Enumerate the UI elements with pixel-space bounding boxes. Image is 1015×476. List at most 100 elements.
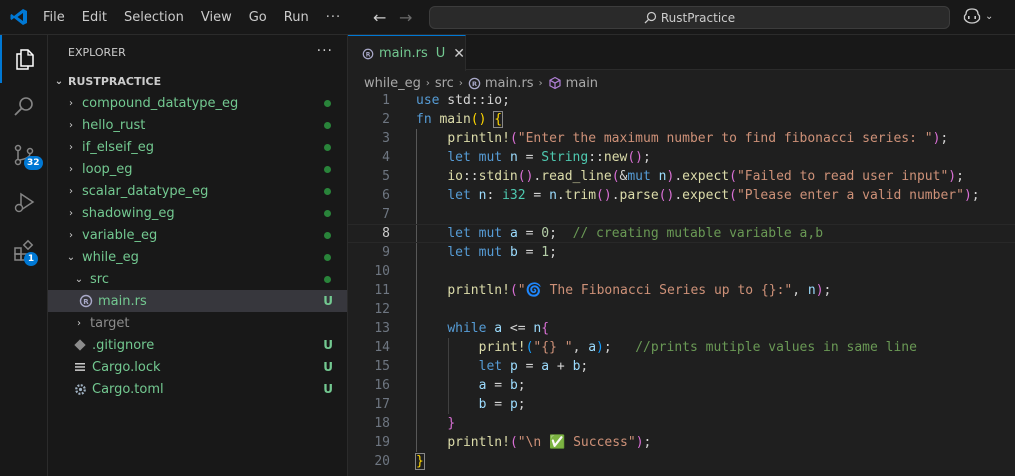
tree-file-main-rs[interactable]: R main.rs U xyxy=(48,290,347,312)
code-line: 11 println!("🌀 The Fibonacci Series up t… xyxy=(348,281,1015,300)
code-line: 17 b = p; xyxy=(348,395,1015,414)
menu-run[interactable]: Run xyxy=(284,10,309,25)
line-number: 7 xyxy=(382,207,390,222)
chevron-down-icon: ⌄ xyxy=(54,75,64,87)
menu-selection[interactable]: Selection xyxy=(124,10,184,25)
tree-folder-hello-rust[interactable]: › hello_rust xyxy=(48,114,347,136)
tree-item-label: Cargo.toml xyxy=(92,381,164,397)
modified-dot-icon xyxy=(324,99,331,107)
svg-text:R: R xyxy=(366,51,371,58)
menu-go[interactable]: Go xyxy=(249,10,267,25)
explorer-header: EXPLORER ··· xyxy=(48,35,347,70)
code-line: 15 let p = a + b; xyxy=(348,357,1015,376)
tab-main-rs[interactable]: R main.rs U ✕ xyxy=(348,35,466,71)
menu-view[interactable]: View xyxy=(201,10,232,25)
code-line-current: 8 let mut a = 0; // creating mutable var… xyxy=(348,224,1015,243)
run-debug-icon xyxy=(14,192,35,213)
untracked-status: U xyxy=(323,294,333,308)
forward-arrow-icon[interactable]: → xyxy=(399,8,412,27)
tree-file-gitignore[interactable]: .gitignore U xyxy=(48,334,347,356)
explorer-more-button[interactable]: ··· xyxy=(317,43,333,59)
menu-edit[interactable]: Edit xyxy=(82,10,107,25)
modified-dot-icon xyxy=(324,275,331,283)
modified-dot-icon xyxy=(324,165,331,173)
tree-item-label: Cargo.lock xyxy=(92,359,161,375)
tree-folder-scalar-datatype-eg[interactable]: › scalar_datatype_eg xyxy=(48,180,347,202)
copilot-menu-button[interactable]: ⌄ xyxy=(963,8,993,24)
code-line: 14 print!("{} ", a); //prints mutiple va… xyxy=(348,338,1015,357)
workspace-root-label: RUSTPRACTICE xyxy=(68,74,162,88)
function-symbol-icon xyxy=(548,76,561,90)
activity-bar: 32 1 xyxy=(0,35,48,476)
run-debug-activity-button[interactable] xyxy=(0,179,48,227)
tree-item-label: while_eg xyxy=(82,249,139,265)
line-number: 13 xyxy=(374,321,390,336)
code-line: 1 use std::io; xyxy=(348,91,1015,110)
code-line: 19 println!("\n ✅ Success"); xyxy=(348,433,1015,452)
menu-file[interactable]: File xyxy=(43,10,65,25)
tree-file-cargo-toml[interactable]: Cargo.toml U xyxy=(48,378,347,400)
breadcrumb-item[interactable]: while_eg xyxy=(364,76,421,91)
tree-item-label: loop_eg xyxy=(82,161,133,177)
line-number: 18 xyxy=(374,416,390,431)
tree-folder-if-elseif-eg[interactable]: › if_elseif_eg xyxy=(48,136,347,158)
explorer-title: EXPLORER xyxy=(68,46,126,59)
chevron-right-icon: › xyxy=(458,77,463,89)
explorer-activity-button[interactable] xyxy=(0,35,48,83)
menu-more-button[interactable]: ··· xyxy=(326,10,341,25)
modified-dot-icon xyxy=(324,187,331,195)
source-control-activity-button[interactable]: 32 xyxy=(0,131,48,179)
line-number: 8 xyxy=(382,226,390,241)
tree-item-label: target xyxy=(90,315,130,331)
svg-text:R: R xyxy=(83,298,89,306)
tree-folder-target[interactable]: › target xyxy=(48,312,347,334)
untracked-status: U xyxy=(323,338,333,352)
code-line: 7 xyxy=(348,205,1015,224)
tree-folder-src[interactable]: ⌄ src xyxy=(48,268,347,290)
code-line: 9 let mut b = 1; xyxy=(348,243,1015,262)
breadcrumb-item[interactable]: main xyxy=(566,76,598,91)
untracked-status: U xyxy=(323,360,333,374)
line-number: 3 xyxy=(382,131,390,146)
untracked-status: U xyxy=(323,382,333,396)
code-line: 13 while a <= n{ xyxy=(348,319,1015,338)
code-line: 20 } xyxy=(348,452,1015,471)
code-line: 3 println!("Enter the maximum number to … xyxy=(348,129,1015,148)
breadcrumb-item[interactable]: src xyxy=(435,76,454,91)
modified-dot-icon xyxy=(324,209,331,217)
chevron-right-icon: › xyxy=(538,77,543,89)
tree-item-label: hello_rust xyxy=(82,117,146,133)
line-number: 19 xyxy=(374,435,390,450)
breadcrumb-item[interactable]: main.rs xyxy=(485,76,534,91)
tree-item-label: .gitignore xyxy=(92,337,155,353)
chevron-down-icon: ⌄ xyxy=(985,10,994,22)
back-arrow-icon[interactable]: ← xyxy=(373,8,386,27)
tree-folder-loop-eg[interactable]: › loop_eg xyxy=(48,158,347,180)
tree-item-label: variable_eg xyxy=(82,227,158,243)
code-line: 12 xyxy=(348,300,1015,319)
tree-item-label: main.rs xyxy=(98,293,147,309)
tree-folder-while-eg[interactable]: ⌄ while_eg xyxy=(48,246,347,268)
tree-folder-variable-eg[interactable]: › variable_eg xyxy=(48,224,347,246)
chevron-down-icon: ⌄ xyxy=(74,273,84,285)
copilot-icon xyxy=(963,8,981,24)
workspace-root[interactable]: ⌄ RUSTPRACTICE xyxy=(48,70,347,92)
close-icon[interactable]: ✕ xyxy=(453,46,465,62)
tree-folder-compound-datatype-eg[interactable]: › compound_datatype_eg xyxy=(48,92,347,114)
chevron-down-icon: ⌄ xyxy=(66,251,76,263)
tree-file-cargo-lock[interactable]: Cargo.lock U xyxy=(48,356,347,378)
line-number: 14 xyxy=(374,340,390,355)
command-center-search[interactable]: RustPractice xyxy=(429,6,950,29)
tree-item-label: if_elseif_eg xyxy=(82,139,155,155)
tree-folder-shadowing-eg[interactable]: › shadowing_eg xyxy=(48,202,347,224)
vscode-logo-icon[interactable] xyxy=(10,8,28,26)
extensions-activity-button[interactable]: 1 xyxy=(0,227,48,275)
search-icon xyxy=(14,97,33,116)
editor-tab-bar: R main.rs U ✕ xyxy=(348,35,1015,71)
line-number: 1 xyxy=(382,93,390,108)
chevron-right-icon: › xyxy=(425,77,430,89)
search-activity-button[interactable] xyxy=(0,83,48,131)
chevron-right-icon: › xyxy=(69,163,73,175)
chevron-right-icon: › xyxy=(77,317,81,329)
tree-item-label: src xyxy=(90,271,109,287)
